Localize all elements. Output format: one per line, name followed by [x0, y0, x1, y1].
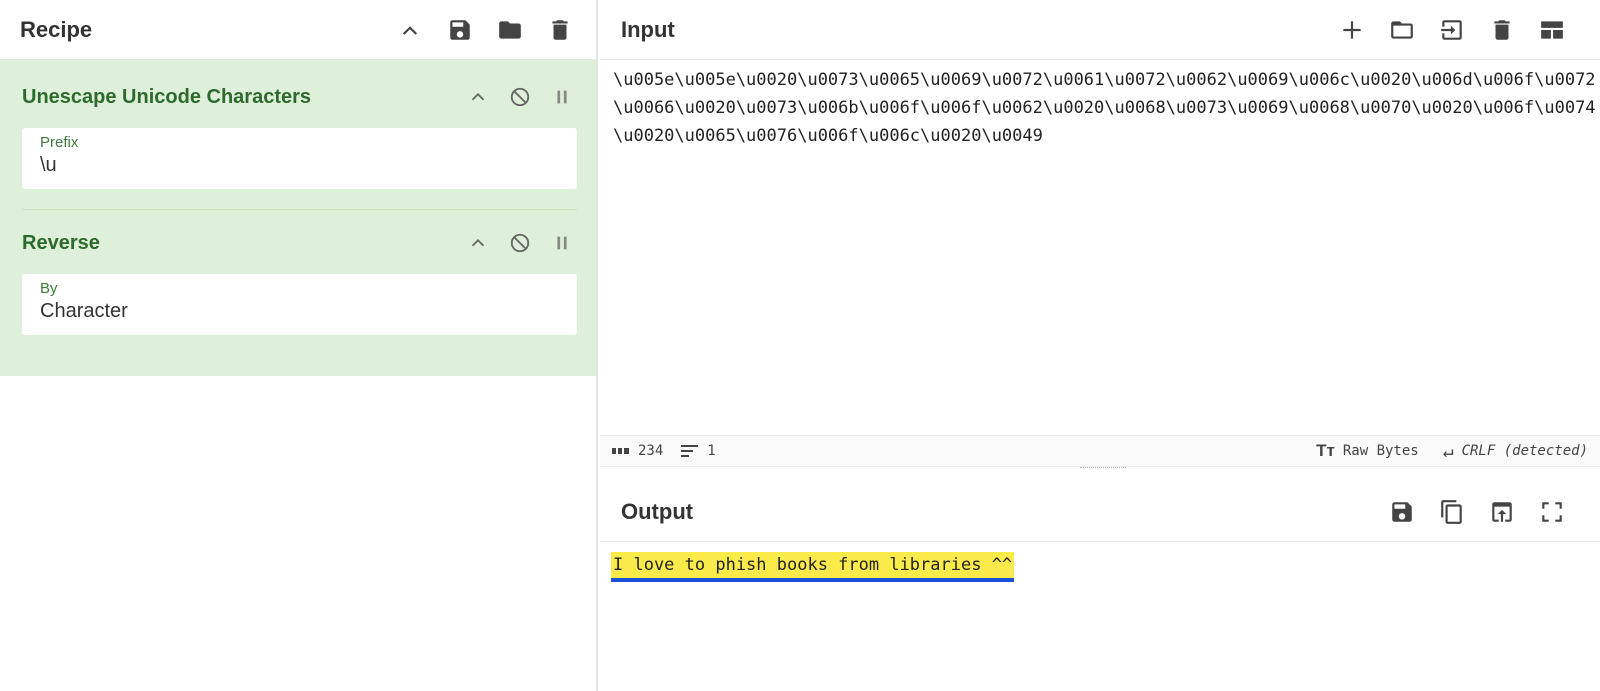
- operation-header: Reverse: [22, 228, 574, 258]
- operation-reverse[interactable]: Reverse By Character: [0, 210, 596, 335]
- by-label: By: [40, 280, 58, 297]
- layout-icon[interactable]: [1536, 14, 1568, 46]
- chevron-up-icon[interactable]: [466, 231, 490, 255]
- output-header: Output: [600, 482, 1600, 542]
- chevron-up-icon[interactable]: [394, 14, 426, 46]
- operation-controls: [466, 231, 574, 255]
- encoding-selector[interactable]: Tт Raw Bytes: [1316, 441, 1419, 461]
- by-field[interactable]: By Character: [22, 274, 577, 335]
- eol-label: CRLF (detected): [1461, 443, 1588, 459]
- input-length: 234: [638, 443, 664, 459]
- recipe-pane: Recipe Unescape Unicode Characters Prefi…: [0, 0, 598, 691]
- recipe-toolbar: [394, 14, 576, 46]
- input-lines: 1: [707, 443, 716, 459]
- output-text[interactable]: I love to phish books from libraries ^^: [611, 552, 1015, 582]
- operation-name: Unescape Unicode Characters: [22, 85, 312, 108]
- encoding-label: Raw Bytes: [1342, 443, 1419, 459]
- pause-icon[interactable]: [550, 231, 574, 255]
- prefix-field[interactable]: Prefix \u: [22, 128, 577, 189]
- lines-icon: [681, 445, 699, 457]
- by-select[interactable]: Character: [40, 300, 559, 323]
- input-header: Input: [600, 0, 1600, 60]
- input-pane: Input \u005e\u005e\u0020\u0073\u0065\u00…: [600, 0, 1600, 435]
- text-size-icon: Tт: [1316, 441, 1335, 460]
- io-panes: Input \u005e\u005e\u0020\u0073\u0065\u00…: [600, 0, 1600, 691]
- operation-name: Reverse: [22, 231, 100, 254]
- operation-controls: [466, 85, 574, 109]
- trash-icon[interactable]: [544, 14, 576, 46]
- disable-icon[interactable]: [508, 231, 532, 255]
- folder-icon[interactable]: [1386, 14, 1418, 46]
- prefix-label: Prefix: [40, 134, 79, 151]
- recipe-title: Recipe: [20, 16, 93, 42]
- recipe-operations: Unescape Unicode Characters Prefix \u Re…: [0, 60, 596, 376]
- plus-icon[interactable]: [1336, 14, 1368, 46]
- maximize-icon[interactable]: [1536, 496, 1568, 528]
- save-icon[interactable]: [1386, 496, 1418, 528]
- chevron-up-icon[interactable]: [466, 85, 490, 109]
- pause-icon[interactable]: [550, 85, 574, 109]
- trash-icon[interactable]: [1486, 14, 1518, 46]
- input-toolbar: [1336, 14, 1568, 46]
- cyberchef-app: Recipe Unescape Unicode Characters Prefi…: [0, 0, 1600, 691]
- copy-icon[interactable]: [1436, 496, 1468, 528]
- recipe-header: Recipe: [0, 0, 596, 60]
- pane-resize-handle[interactable]: [1080, 467, 1126, 471]
- output-pane: Output I love to phish books from librar…: [600, 482, 1600, 691]
- eol-selector[interactable]: ↵ CRLF (detected): [1443, 441, 1588, 462]
- disable-icon[interactable]: [508, 85, 532, 109]
- input-title: Input: [621, 16, 675, 42]
- input-textarea[interactable]: \u005e\u005e\u0020\u0073\u0065\u0069\u00…: [613, 66, 1598, 150]
- lines-stat: 1: [681, 443, 716, 459]
- operation-unescape-unicode[interactable]: Unescape Unicode Characters Prefix \u: [0, 60, 596, 189]
- status-right: Tт Raw Bytes ↵ CRLF (detected): [1316, 441, 1588, 462]
- prefix-input[interactable]: \u: [40, 154, 559, 177]
- output-title: Output: [621, 498, 694, 524]
- output-toolbar: [1386, 496, 1568, 528]
- folder-icon[interactable]: [494, 14, 526, 46]
- operation-header: Unescape Unicode Characters: [22, 82, 574, 112]
- replace-input-icon[interactable]: [1486, 496, 1518, 528]
- input-status-bar: 234 1 Tт Raw Bytes ↵ CRLF (detected): [600, 435, 1600, 467]
- length-icon: [612, 448, 629, 454]
- length-stat: 234: [612, 443, 663, 459]
- return-icon: ↵: [1442, 440, 1454, 462]
- import-icon[interactable]: [1436, 14, 1468, 46]
- save-icon[interactable]: [444, 14, 476, 46]
